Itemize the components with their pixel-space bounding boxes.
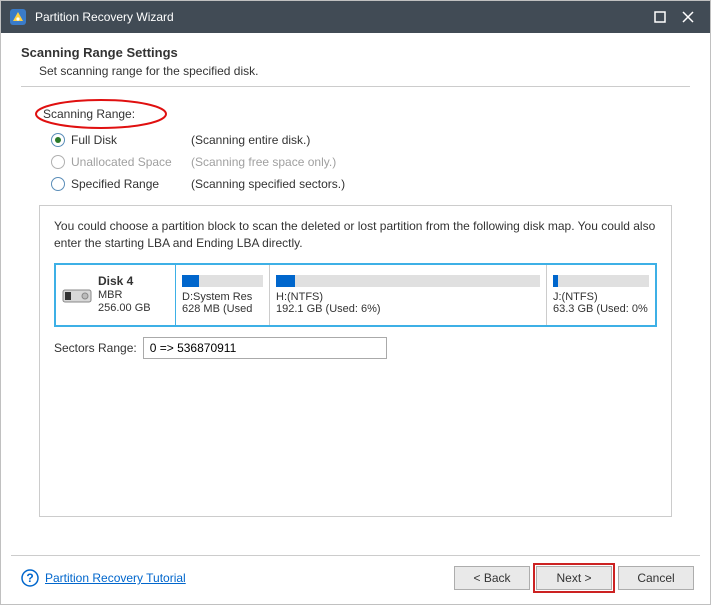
disk-name: Disk 4	[98, 274, 151, 289]
partition-name: J:(NTFS)	[553, 291, 649, 303]
disk-icon	[62, 284, 92, 306]
disk-map: Disk 4 MBR 256.00 GB D:System Res 628 MB…	[54, 263, 657, 327]
radio-icon	[51, 155, 65, 169]
partition-detail: 63.3 GB (Used: 0%	[553, 303, 649, 315]
disk-info[interactable]: Disk 4 MBR 256.00 GB	[56, 265, 176, 325]
partition-block[interactable]: J:(NTFS) 63.3 GB (Used: 0%	[547, 265, 655, 325]
disk-panel: You could choose a partition block to sc…	[39, 205, 672, 517]
radio-label: Unallocated Space	[71, 155, 191, 169]
radio-label: Full Disk	[71, 133, 191, 147]
maximize-button[interactable]	[646, 5, 674, 29]
help-icon: ?	[21, 569, 39, 587]
radio-specified[interactable]: Specified Range (Scanning specified sect…	[51, 173, 690, 195]
radio-icon	[51, 133, 65, 147]
disk-size: 256.00 GB	[98, 302, 151, 316]
radio-group: Full Disk (Scanning entire disk.) Unallo…	[51, 129, 690, 195]
radio-desc: (Scanning free space only.)	[191, 155, 336, 169]
footer-divider	[11, 555, 700, 556]
svg-text:?: ?	[26, 571, 33, 585]
scanning-range-label: Scanning Range:	[43, 107, 135, 121]
partition-name: H:(NTFS)	[276, 291, 540, 303]
sectors-label: Sectors Range:	[54, 341, 137, 355]
radio-unallocated: Unallocated Space (Scanning free space o…	[51, 151, 690, 173]
radio-label: Specified Range	[71, 177, 191, 191]
tutorial-link[interactable]: Partition Recovery Tutorial	[45, 571, 186, 585]
radio-desc: (Scanning specified sectors.)	[191, 177, 345, 191]
radio-full-disk[interactable]: Full Disk (Scanning entire disk.)	[51, 129, 690, 151]
disk-type: MBR	[98, 289, 151, 303]
footer: ? Partition Recovery Tutorial < Back Nex…	[1, 558, 710, 604]
close-button[interactable]	[674, 5, 702, 29]
app-icon	[9, 8, 27, 26]
window-title: Partition Recovery Wizard	[35, 10, 646, 24]
titlebar: Partition Recovery Wizard	[1, 1, 710, 33]
panel-instructions: You could choose a partition block to sc…	[54, 218, 657, 253]
partition-detail: 628 MB (Used	[182, 303, 263, 315]
partition-block[interactable]: H:(NTFS) 192.1 GB (Used: 6%)	[270, 265, 547, 325]
page-heading: Scanning Range Settings	[21, 45, 690, 60]
radio-desc: (Scanning entire disk.)	[191, 133, 310, 147]
page-subheading: Set scanning range for the specified dis…	[39, 64, 690, 78]
divider	[21, 86, 690, 87]
back-button[interactable]: < Back	[454, 566, 530, 590]
radio-icon	[51, 177, 65, 191]
cancel-button[interactable]: Cancel	[618, 566, 694, 590]
partition-block[interactable]: D:System Res 628 MB (Used	[176, 265, 270, 325]
partition-detail: 192.1 GB (Used: 6%)	[276, 303, 540, 315]
next-button[interactable]: Next >	[536, 566, 612, 590]
partition-name: D:System Res	[182, 291, 263, 303]
sectors-input[interactable]	[143, 337, 387, 359]
